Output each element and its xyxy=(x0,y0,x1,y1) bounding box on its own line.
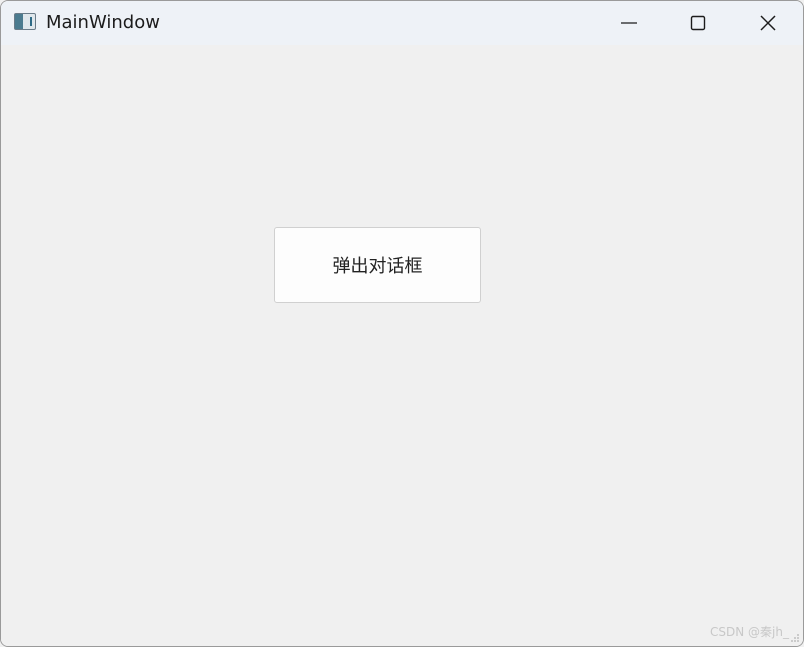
window-title: MainWindow xyxy=(46,12,160,33)
title-bar[interactable]: MainWindow xyxy=(1,1,803,45)
central-widget: 弹出对话框 CSDN @秦jh_ xyxy=(1,45,803,646)
minimize-button[interactable] xyxy=(594,1,664,45)
close-icon xyxy=(760,15,776,31)
close-button[interactable] xyxy=(733,1,803,45)
watermark-text: CSDN @秦jh_ xyxy=(710,625,789,639)
main-window: MainWindow 弹出对话框 CSDN @秦jh_ xyxy=(0,0,804,647)
resize-grip-icon[interactable] xyxy=(790,633,800,643)
popup-dialog-button[interactable]: 弹出对话框 xyxy=(274,227,481,303)
app-window-icon xyxy=(14,13,36,30)
minimize-icon xyxy=(621,22,637,24)
maximize-icon xyxy=(690,15,706,31)
maximize-button[interactable] xyxy=(663,1,733,45)
